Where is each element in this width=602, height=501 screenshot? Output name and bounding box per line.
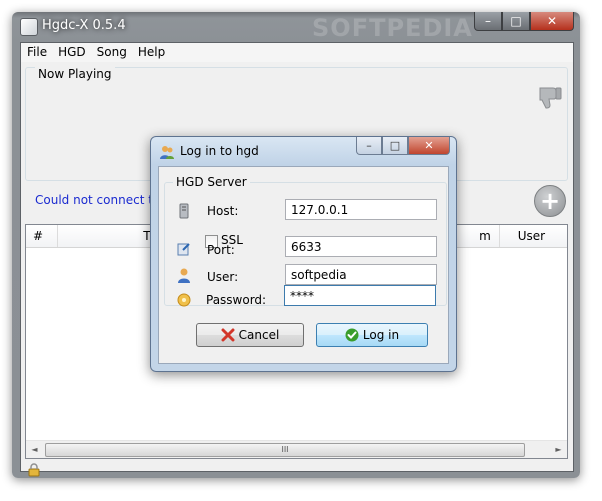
dialog-body: HGD Server Host: SSL Port: User: (158, 166, 449, 364)
server-icon (179, 203, 189, 219)
check-icon (345, 328, 359, 342)
cancel-icon (221, 328, 235, 342)
column-user[interactable]: User (500, 225, 567, 247)
scroll-right-arrow[interactable]: ► (550, 441, 567, 458)
title-bar[interactable]: Hgdc-X 0.5.4 SOFTPEDIA – □ ✕ (12, 12, 580, 42)
dialog-title: Log in to hgd (180, 144, 259, 158)
cancel-label: Cancel (238, 328, 280, 342)
menu-hgd[interactable]: HGD (52, 43, 91, 62)
menu-help[interactable]: Help (132, 43, 170, 62)
port-icon (177, 243, 190, 256)
cancel-button[interactable]: Cancel (196, 323, 304, 347)
user-input[interactable] (285, 264, 437, 285)
dialog-maximize-button[interactable]: □ (382, 137, 408, 155)
status-message: Could not connect to (35, 193, 161, 207)
host-input[interactable] (285, 199, 437, 220)
close-button[interactable]: ✕ (530, 12, 574, 31)
horizontal-scrollbar[interactable]: ◄ III ► (26, 440, 567, 458)
user-label: User: (207, 270, 239, 284)
now-playing-label: Now Playing (35, 67, 115, 81)
port-input[interactable] (285, 236, 437, 257)
add-icon[interactable]: + (534, 185, 566, 217)
login-label: Log in (362, 328, 400, 342)
server-group-label: HGD Server (173, 175, 250, 189)
lock-icon (28, 463, 40, 477)
app-icon (20, 18, 38, 36)
watermark: SOFTPEDIA (312, 14, 473, 42)
window-title: Hgdc-X 0.5.4 (42, 18, 126, 33)
menu-song[interactable]: Song (91, 43, 132, 62)
users-icon (160, 146, 174, 159)
host-label: Host: (207, 204, 239, 218)
user-icon (178, 268, 190, 283)
maximize-button[interactable]: □ (502, 12, 530, 31)
login-dialog: Log in to hgd – □ ✕ HGD Server Host: SSL… (150, 136, 457, 372)
column-number[interactable]: # (26, 225, 58, 247)
thumbs-down-icon[interactable] (536, 84, 564, 112)
scrollbar-thumb[interactable]: III (45, 443, 525, 457)
dialog-minimize-button[interactable]: – (356, 137, 382, 155)
menu-file[interactable]: File (21, 43, 52, 62)
password-key-icon (177, 293, 191, 307)
password-input[interactable] (284, 285, 436, 306)
menu-bar: File HGD Song Help (21, 43, 573, 62)
dialog-close-button[interactable]: ✕ (408, 137, 450, 155)
scroll-left-arrow[interactable]: ◄ (26, 441, 43, 458)
minimize-button[interactable]: – (474, 12, 502, 31)
password-label: Password: (206, 293, 267, 307)
login-button[interactable]: Log in (316, 323, 428, 347)
port-label: Port: (207, 243, 235, 257)
